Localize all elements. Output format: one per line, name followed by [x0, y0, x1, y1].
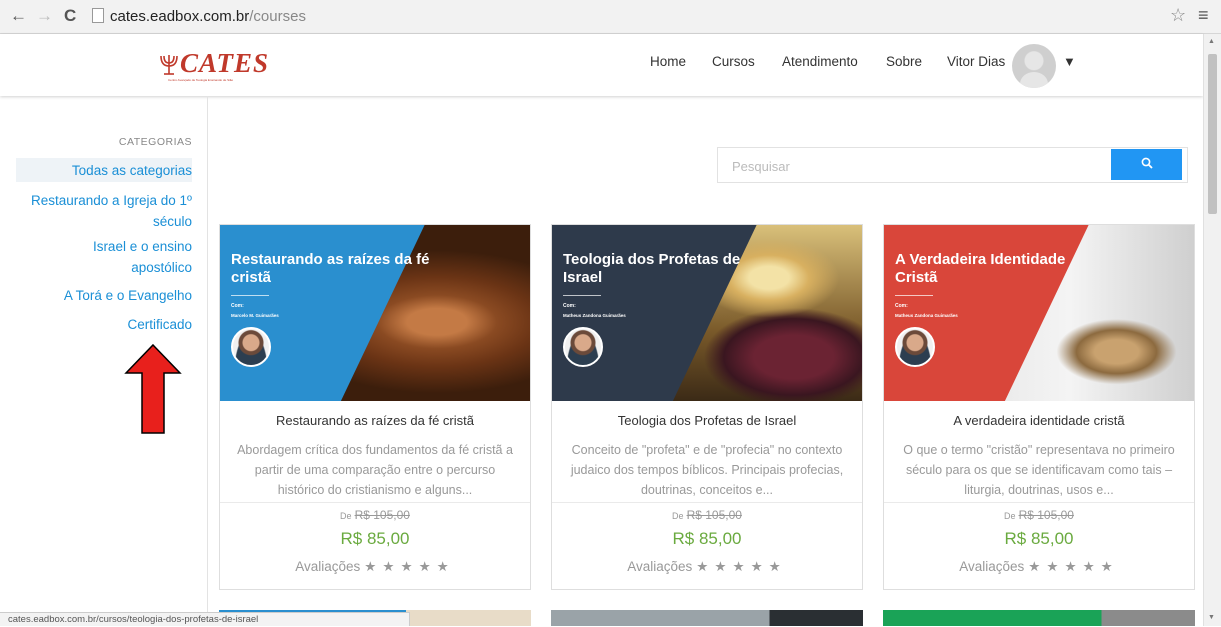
old-price: De R$ 105,00 [220, 508, 530, 522]
course-card-partial[interactable] [883, 610, 1195, 626]
course-title[interactable]: Teologia dos Profetas de Israel [552, 413, 862, 428]
course-banner[interactable]: A Verdadeira Identidade Cristã Com: Math… [884, 225, 1194, 401]
course-description: O que o termo "cristão" representava no … [903, 443, 1175, 497]
course-banner[interactable]: Restaurando as raízes da fé cristã Com: … [220, 225, 530, 401]
forward-arrow-icon[interactable]: → [36, 7, 53, 25]
scroll-up-icon[interactable]: ▲ [1208, 38, 1215, 45]
category-all[interactable]: Todas as categorias [16, 160, 192, 181]
course-price: R$ 85,00 [672, 529, 742, 548]
old-price-label: De [672, 511, 684, 521]
course-title[interactable]: Restaurando as raízes da fé cristã [220, 413, 530, 428]
address-bar[interactable]: cates.eadbox.com.br/courses [92, 6, 1162, 28]
back-arrow-icon[interactable]: ← [10, 7, 27, 25]
red-arrow-annotation [124, 343, 182, 434]
categories-heading: CATEGORIAS [118, 136, 192, 148]
old-price-label: De [1004, 511, 1016, 521]
menorah-icon [158, 52, 180, 81]
category-israel-ensino[interactable]: Israel e o ensino apostólico [72, 236, 192, 278]
rating: Avaliações ★★★★★ [220, 559, 530, 575]
course-description: Conceito de "profeta" e de "profecia" no… [570, 443, 844, 497]
old-price: De R$ 105,00 [884, 508, 1194, 522]
search-button[interactable] [1111, 149, 1182, 180]
banner-author: Matheus Zandona Guimarães [895, 313, 958, 318]
old-price-label: De [340, 511, 352, 521]
reload-icon[interactable]: C [64, 7, 76, 25]
scrollbar-thumb[interactable] [1208, 54, 1217, 214]
page-scrollbar[interactable]: ▲ ▼ [1203, 34, 1221, 626]
cates-logo[interactable]: CATES Centro Avançado de Teologia Ensina… [158, 49, 268, 84]
nav-atendimento[interactable]: Atendimento [782, 54, 858, 69]
course-description: Abordagem crítica dos fundamentos da fé … [237, 443, 513, 497]
browser-menu-icon[interactable]: ≡ [1198, 5, 1209, 26]
star-rating-icons[interactable]: ★★★★★ [364, 559, 455, 574]
browser-status-bar: cates.eadbox.com.br/cursos/teologia-dos-… [0, 612, 410, 626]
divider [884, 502, 1194, 503]
browser-toolbar: ← → C cates.eadbox.com.br/courses ☆ ≡ [0, 0, 1221, 34]
course-banner[interactable]: Teologia dos Profetas de Israel Com: Mat… [552, 225, 862, 401]
course-price: R$ 85,00 [1004, 529, 1074, 548]
course-search [717, 147, 1188, 184]
banner-author: Marcelo M. Guimarães [231, 313, 279, 318]
url-path: /courses [249, 8, 306, 25]
search-input[interactable] [718, 148, 1124, 184]
user-avatar[interactable] [1012, 44, 1056, 88]
bookmark-star-icon[interactable]: ☆ [1170, 5, 1186, 26]
course-card[interactable]: Teologia dos Profetas de Israel Com: Mat… [551, 224, 863, 590]
chevron-down-icon[interactable]: ▼ [1063, 54, 1076, 69]
banner-divider [563, 295, 601, 296]
rating-label: Avaliações [295, 559, 361, 574]
url-host: cates.eadbox.com.br [110, 8, 250, 25]
category-certificado[interactable]: Certificado [16, 314, 192, 335]
scroll-down-icon[interactable]: ▼ [1208, 614, 1215, 621]
category-restaurando-igreja[interactable]: Restaurando a Igreja do 1º século [14, 190, 192, 232]
rating: Avaliações ★★★★★ [552, 559, 862, 575]
course-card-partial[interactable] [551, 610, 863, 626]
banner-title: A Verdadeira Identidade Cristã [895, 251, 1066, 286]
nav-sobre[interactable]: Sobre [886, 54, 922, 69]
course-title[interactable]: A verdadeira identidade cristã [884, 413, 1194, 428]
rating-label: Avaliações [959, 559, 1025, 574]
logo-subtitle: Centro Avançado de Teologia Ensinando de… [168, 78, 234, 82]
old-price-value: R$ 105,00 [354, 508, 410, 522]
banner-with-label: Com: [231, 303, 244, 309]
banner-with-label: Com: [563, 303, 576, 309]
author-photo [563, 327, 603, 367]
star-rating-icons[interactable]: ★★★★★ [1028, 559, 1119, 574]
category-tora-evangelho[interactable]: A Torá e o Evangelho [16, 285, 192, 306]
old-price-value: R$ 105,00 [686, 508, 742, 522]
banner-with-label: Com: [895, 303, 908, 309]
divider [552, 502, 862, 503]
search-icon [1141, 157, 1153, 169]
star-rating-icons[interactable]: ★★★★★ [696, 559, 787, 574]
banner-title: Restaurando as raízes da fé cristã [231, 251, 430, 286]
rating: Avaliações ★★★★★ [884, 559, 1194, 575]
divider [220, 502, 530, 503]
banner-title: Teologia dos Profetas de Israel [563, 251, 741, 286]
course-price: R$ 85,00 [340, 529, 410, 548]
page-icon [92, 8, 104, 23]
banner-divider [895, 295, 933, 296]
course-card[interactable]: Restaurando as raízes da fé cristã Com: … [219, 224, 531, 590]
rating-label: Avaliações [627, 559, 693, 574]
old-price: De R$ 105,00 [552, 508, 862, 522]
banner-divider [231, 295, 269, 296]
nav-home[interactable]: Home [650, 54, 686, 69]
nav-cursos[interactable]: Cursos [712, 54, 755, 69]
nav-user-name[interactable]: Vitor Dias [947, 54, 1005, 69]
author-photo [231, 327, 271, 367]
author-photo [895, 327, 935, 367]
site-header: CATES Centro Avançado de Teologia Ensina… [0, 34, 1203, 96]
banner-author: Matheus Zandona Guimarães [563, 313, 626, 318]
old-price-value: R$ 105,00 [1018, 508, 1074, 522]
course-card[interactable]: A Verdadeira Identidade Cristã Com: Math… [883, 224, 1195, 590]
logo-wordmark: CATES [180, 48, 270, 78]
